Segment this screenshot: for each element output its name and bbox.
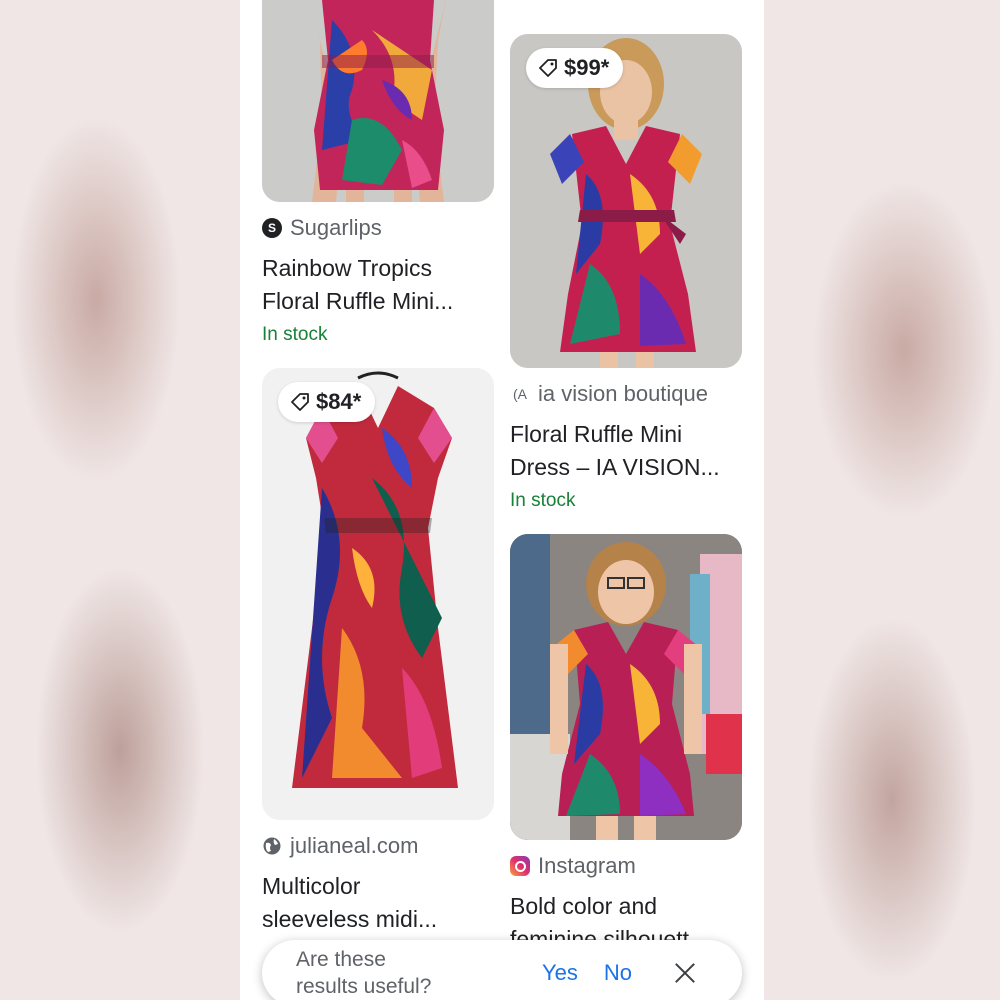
question-line-1: Are these — [296, 948, 386, 971]
instagram-icon — [510, 856, 530, 876]
source-row[interactable]: Instagram — [510, 852, 742, 880]
price-value: $84* — [316, 389, 362, 414]
close-icon[interactable] — [674, 962, 696, 984]
product-title[interactable]: Floral Ruffle Mini Dress – IA VISION... — [510, 418, 742, 484]
question-line-2: results useful? — [296, 975, 432, 998]
product-image[interactable] — [510, 534, 742, 840]
product-title[interactable]: Multicolor sleeveless midi... — [262, 870, 494, 936]
source-row[interactable]: (A ia vision boutique — [510, 380, 742, 408]
source-name: ia vision boutique — [538, 381, 709, 406]
source-row[interactable]: julianeal.com — [262, 832, 494, 860]
product-image[interactable]: $84* — [262, 368, 494, 820]
ia-vision-logo-icon: (A — [513, 386, 527, 402]
sugarlips-logo-icon: S — [262, 218, 282, 238]
product-card-sugarlips[interactable]: S Sugarlips Rainbow Tropics Floral Ruffl… — [262, 0, 494, 346]
price-tag: $84* — [278, 382, 376, 422]
price-value: $99* — [564, 55, 610, 80]
tag-icon — [539, 59, 557, 77]
stock-status: In stock — [262, 324, 328, 345]
dress-photo — [262, 0, 494, 202]
tag-icon — [291, 393, 309, 411]
source-name: julianeal.com — [290, 833, 419, 858]
source-name: Instagram — [538, 853, 636, 878]
search-results-panel: S Sugarlips Rainbow Tropics Floral Ruffl… — [240, 0, 764, 1000]
dress-photo — [262, 368, 494, 820]
product-image[interactable] — [262, 0, 494, 202]
product-card-ia-vision[interactable]: $99* (A ia vision boutique Floral Ruffle… — [510, 34, 742, 512]
background-blur-left — [0, 0, 240, 1000]
feedback-question: Are these results useful? — [296, 946, 516, 1000]
feedback-prompt: Are these results useful? Yes No — [262, 940, 742, 1000]
product-image[interactable]: $99* — [510, 34, 742, 368]
yes-button[interactable]: Yes — [542, 960, 578, 986]
globe-icon — [263, 837, 281, 855]
source-row[interactable]: S Sugarlips — [262, 214, 494, 242]
background-blur-right — [760, 0, 1000, 1000]
source-name: Sugarlips — [290, 215, 382, 240]
product-card-julianeal[interactable]: $84* julianeal.com Multicolor sleeveless… — [262, 368, 494, 936]
stock-status: In stock — [510, 490, 576, 511]
product-title[interactable]: Rainbow Tropics Floral Ruffle Mini... — [262, 252, 494, 318]
title-line-1: Rainbow Tropics — [262, 255, 433, 281]
title-line-2: sleeveless midi... — [262, 906, 438, 932]
dress-photo — [510, 534, 742, 840]
title-line-1: Multicolor — [262, 873, 361, 899]
title-line-1: Bold color and — [510, 893, 658, 919]
title-line-2: Floral Ruffle Mini... — [262, 288, 454, 314]
title-line-2: Dress – IA VISION... — [510, 454, 720, 480]
product-card-instagram[interactable]: Instagram Bold color and feminine silhou… — [510, 534, 742, 956]
no-button[interactable]: No — [604, 960, 632, 986]
price-tag: $99* — [526, 48, 624, 88]
title-line-1: Floral Ruffle Mini — [510, 421, 683, 447]
